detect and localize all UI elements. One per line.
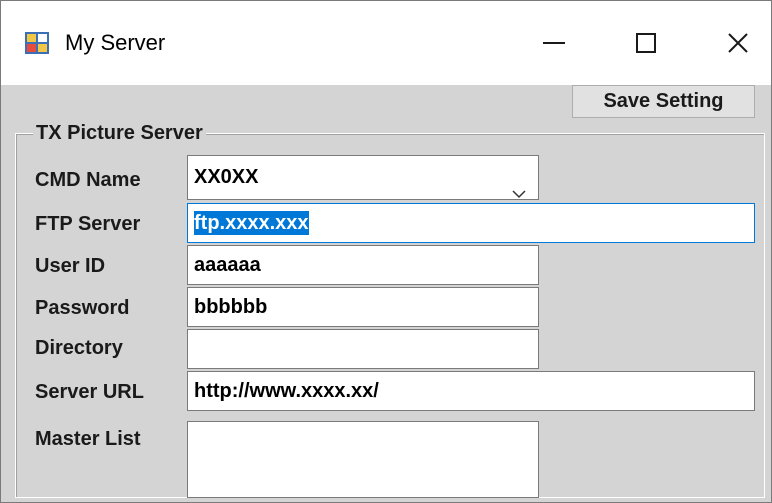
group-title: TX Picture Server	[33, 121, 206, 145]
ftp-server-label: FTP Server	[35, 213, 141, 235]
maximize-icon	[636, 33, 656, 53]
ftp-server-value: ftp.xxxx.xxx	[194, 211, 309, 235]
password-input[interactable]: bbbbbb	[187, 287, 539, 327]
ftp-server-input[interactable]: ftp.xxxx.xxx	[187, 203, 755, 243]
password-label: Password	[35, 297, 130, 319]
master-list-input[interactable]	[187, 421, 539, 498]
close-icon	[728, 33, 748, 53]
window-title: My Server	[65, 30, 166, 55]
app-window-icon	[25, 32, 49, 54]
maximize-button[interactable]	[598, 1, 694, 85]
chevron-down-icon[interactable]	[512, 172, 526, 199]
directory-label: Directory	[35, 337, 123, 359]
directory-input[interactable]	[187, 329, 539, 369]
cmd-name-value: XX0XX	[194, 166, 259, 188]
server-url-label: Server URL	[35, 381, 144, 403]
cmd-name-combobox[interactable]: XX0XX	[187, 155, 539, 200]
close-button[interactable]	[690, 1, 771, 85]
master-list-label: Master List	[35, 428, 141, 450]
minimize-icon	[543, 41, 565, 45]
server-url-input[interactable]: http://www.xxxx.xx/	[187, 371, 755, 411]
client-area: Save Setting TX Picture Server CMD Name …	[1, 85, 771, 502]
save-setting-button[interactable]: Save Setting	[572, 85, 755, 118]
user-id-input[interactable]: aaaaaa	[187, 245, 539, 285]
minimize-button[interactable]	[506, 1, 602, 85]
cmd-name-label: CMD Name	[35, 169, 141, 191]
title-bar[interactable]: My Server	[1, 1, 771, 85]
user-id-label: User ID	[35, 255, 106, 277]
app-window: My Server Save Setting TX Picture Server…	[0, 0, 772, 503]
